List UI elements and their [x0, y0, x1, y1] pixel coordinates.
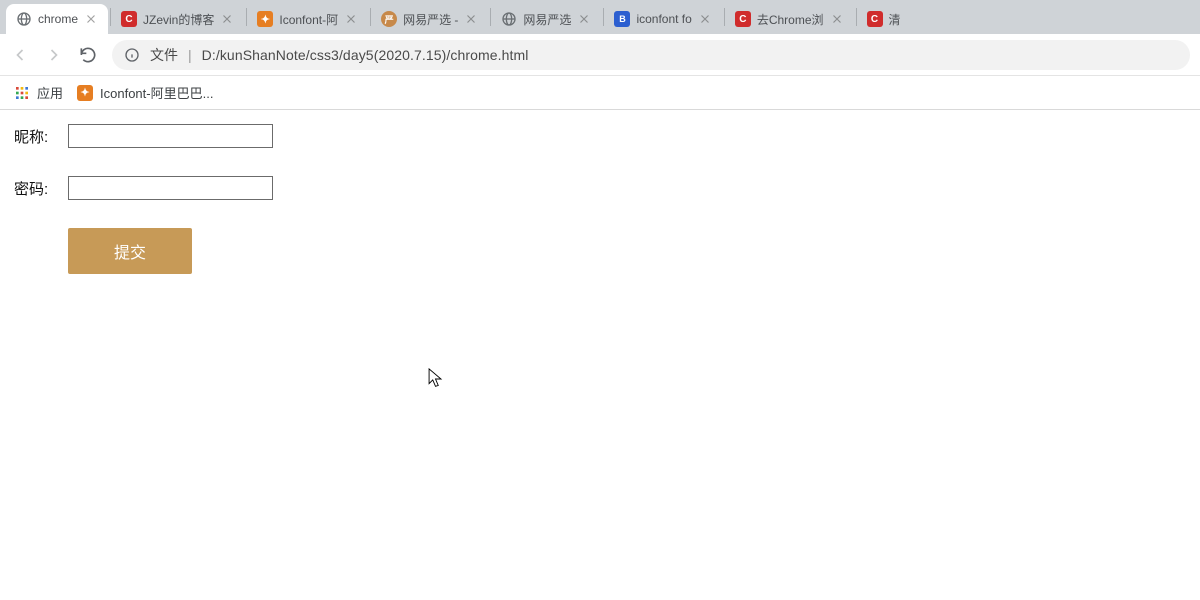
- globe-icon: [501, 11, 517, 27]
- password-row: 密码:: [14, 176, 1186, 200]
- page-content: 昵称: 密码: 提交: [0, 110, 1200, 288]
- tab-title: iconfont fo: [636, 12, 691, 26]
- tab-title: 网易严选 -: [403, 11, 458, 28]
- close-icon[interactable]: [830, 12, 844, 26]
- iconfont-icon: ✦: [77, 85, 93, 101]
- url-text: D:/kunShanNote/css3/day5(2020.7.15)/chro…: [202, 47, 529, 63]
- tab-title: 去Chrome浏: [757, 11, 824, 28]
- nickname-input[interactable]: [68, 124, 273, 148]
- apps-label: 应用: [37, 83, 63, 102]
- bookmark-label: Iconfont-阿里巴巴...: [100, 83, 213, 102]
- close-icon[interactable]: [84, 12, 98, 26]
- close-icon[interactable]: [464, 12, 478, 26]
- close-icon[interactable]: [577, 12, 591, 26]
- bookmarks-bar: 应用 ✦ Iconfont-阿里巴巴...: [0, 76, 1200, 110]
- tab-iconfont[interactable]: ✦ Iconfont-阿: [247, 4, 368, 34]
- nickname-row: 昵称:: [14, 124, 1186, 148]
- address-bar[interactable]: 文件 | D:/kunShanNote/css3/day5(2020.7.15)…: [112, 40, 1190, 70]
- tab-jzevin[interactable]: C JZevin的博客: [111, 4, 244, 34]
- toolbar: 文件 | D:/kunShanNote/css3/day5(2020.7.15)…: [0, 34, 1200, 76]
- info-icon: [124, 47, 140, 63]
- apps-shortcut[interactable]: 应用: [14, 83, 63, 102]
- bookmark-iconfont[interactable]: ✦ Iconfont-阿里巴巴...: [77, 83, 213, 102]
- csdn-icon: C: [867, 11, 883, 27]
- baidu-icon: B: [614, 11, 630, 27]
- tab-wangyi-2[interactable]: 网易严选: [491, 4, 601, 34]
- nickname-label: 昵称:: [14, 126, 62, 147]
- tab-strip: chrome C JZevin的博客 ✦ Iconfont-阿 严 网易严选 -…: [0, 0, 1200, 34]
- close-icon[interactable]: [344, 12, 358, 26]
- tab-wangyi-1[interactable]: 严 网易严选 -: [371, 4, 488, 34]
- csdn-icon: C: [121, 11, 137, 27]
- iconfont-icon: ✦: [257, 11, 273, 27]
- apps-icon: [14, 85, 30, 101]
- tab-title: 清: [889, 11, 901, 28]
- globe-icon: [16, 11, 32, 27]
- password-label: 密码:: [14, 178, 62, 199]
- separator: |: [188, 47, 192, 63]
- submit-button[interactable]: 提交: [68, 228, 192, 274]
- tab-title: JZevin的博客: [143, 11, 214, 28]
- tab-iconfont-fo[interactable]: B iconfont fo: [604, 4, 721, 34]
- tab-title: 网易严选: [523, 11, 571, 28]
- cursor-icon: [428, 368, 443, 390]
- reload-icon[interactable]: [78, 45, 98, 65]
- close-icon[interactable]: [220, 12, 234, 26]
- back-icon[interactable]: [10, 45, 30, 65]
- forward-icon[interactable]: [44, 45, 64, 65]
- tab-chrome[interactable]: chrome: [6, 4, 108, 34]
- tab-qing[interactable]: C 清: [857, 4, 911, 34]
- tab-quchrome[interactable]: C 去Chrome浏: [725, 4, 854, 34]
- file-scheme-label: 文件: [150, 45, 178, 65]
- wangyi-icon: 严: [381, 11, 397, 27]
- submit-wrap: 提交: [14, 228, 1186, 274]
- tab-title: Iconfont-阿: [279, 11, 338, 28]
- close-icon[interactable]: [698, 12, 712, 26]
- password-input[interactable]: [68, 176, 273, 200]
- tab-title: chrome: [38, 12, 78, 26]
- csdn-icon: C: [735, 11, 751, 27]
